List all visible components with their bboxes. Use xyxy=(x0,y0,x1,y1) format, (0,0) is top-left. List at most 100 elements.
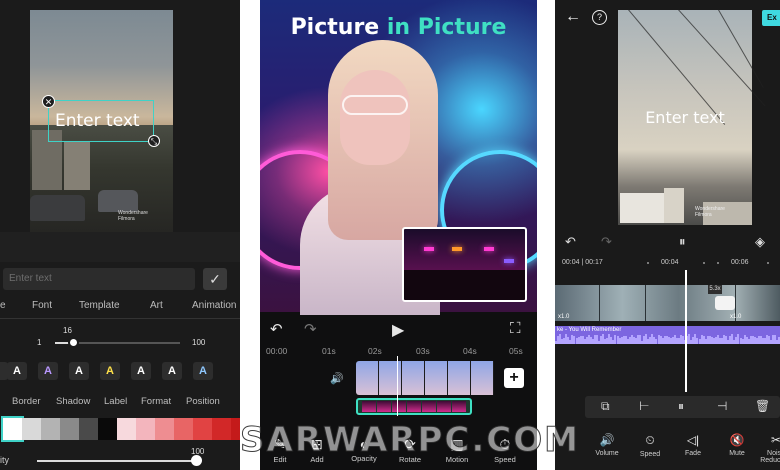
color-swatch[interactable] xyxy=(60,418,79,440)
clip-frame-divider xyxy=(599,285,600,321)
trim-end-icon[interactable]: ⊣ xyxy=(717,399,727,413)
pip-track-frame xyxy=(422,401,436,412)
undo-icon[interactable]: ↶ xyxy=(565,234,576,250)
divider xyxy=(0,318,240,319)
color-swatch[interactable] xyxy=(22,418,41,440)
pip-overlay-video[interactable] xyxy=(402,227,527,302)
color-swatch[interactable] xyxy=(117,418,136,440)
tool-speed[interactable]: ⏲ Speed xyxy=(632,433,668,458)
delete-icon[interactable]: 🗑 xyxy=(755,399,770,413)
style-preset[interactable]: A xyxy=(7,362,27,380)
keyframe-icon[interactable]: ◈ xyxy=(755,234,765,250)
export-button[interactable]: Ex xyxy=(762,10,780,26)
volume-icon[interactable]: 🔊 xyxy=(330,372,344,385)
text-input[interactable]: Enter text xyxy=(3,268,195,290)
style-preset[interactable]: A xyxy=(162,362,182,380)
pip-track-frame xyxy=(392,401,406,412)
opacity-slider-track[interactable] xyxy=(37,460,197,462)
color-swatch[interactable] xyxy=(98,418,117,440)
power-line xyxy=(718,9,764,88)
clip-speed-label: x1.0 xyxy=(730,314,742,320)
video-track-clip[interactable] xyxy=(555,285,780,321)
help-icon[interactable]: ? xyxy=(592,10,607,25)
tab-format[interactable]: Format xyxy=(141,396,171,407)
ruler-tick: 00:00 xyxy=(266,346,288,356)
watermark: Wondershare Filmora xyxy=(695,206,725,218)
speed-badge: 5.3x xyxy=(708,285,722,294)
tab-art[interactable]: Art xyxy=(150,300,163,311)
style-preset[interactable]: A xyxy=(38,362,58,380)
color-swatch[interactable] xyxy=(193,418,212,440)
style-preset[interactable]: A xyxy=(131,362,151,380)
resize-handle-icon[interactable]: ⤡ xyxy=(148,135,160,147)
speed-icon: ⏲ xyxy=(645,433,655,447)
picture-in-picture-panel: Picture in Picture ↶ ↷ ▶ ⛶ 00:00 01s 02s… xyxy=(260,0,537,470)
tab-template[interactable]: Template xyxy=(79,300,120,311)
redo-icon[interactable]: ↷ xyxy=(601,234,612,250)
time-display: 00:04 | 00:17 xyxy=(562,259,603,266)
tool-fade[interactable]: ◁| Fade xyxy=(675,433,711,457)
color-swatch[interactable] xyxy=(1,416,24,442)
tool-label: Speed xyxy=(639,451,661,458)
confirm-check-icon[interactable]: ✓ xyxy=(203,268,227,290)
duplicate-icon[interactable]: ⧉ xyxy=(601,399,610,414)
tool-mute[interactable]: 🔇 Mute xyxy=(719,433,755,457)
playhead[interactable] xyxy=(397,356,398,416)
ruler-tick: 00:06 xyxy=(731,259,749,266)
color-swatch[interactable] xyxy=(79,418,98,440)
color-swatch[interactable] xyxy=(41,418,60,440)
delete-text-icon[interactable]: ✕ xyxy=(42,95,55,108)
clip-frame xyxy=(356,361,379,395)
redo-icon[interactable]: ↷ xyxy=(304,320,317,338)
audio-editor-panel: ← ? Ex Enter text Wondershare Filmora ↶ … xyxy=(555,0,780,470)
pip-track-clip[interactable] xyxy=(356,398,472,415)
tool-label: Noise Reduction xyxy=(760,450,780,464)
tool-noise-reduction[interactable]: ✂ Noise Reduction xyxy=(758,433,780,464)
style-preset[interactable]: A xyxy=(100,362,120,380)
style-preset[interactable]: A xyxy=(193,362,213,380)
opacity-slider-knob[interactable] xyxy=(191,455,202,466)
color-swatch[interactable] xyxy=(155,418,174,440)
add-clip-button[interactable]: + xyxy=(504,368,524,388)
text-overlay-box[interactable]: Enter text xyxy=(48,100,154,142)
ruler-dot xyxy=(647,262,649,264)
tab-shadow[interactable]: Shadow xyxy=(56,396,90,407)
ruler-tick: 00:04 xyxy=(661,259,679,266)
split-icon[interactable]: ⏸ xyxy=(678,399,684,414)
size-slider-knob[interactable] xyxy=(67,337,79,348)
clip-transition-handle[interactable] xyxy=(715,296,735,310)
fullscreen-icon[interactable]: ⛶ xyxy=(510,320,521,337)
pip-track-frame xyxy=(452,401,466,412)
clip-frame xyxy=(402,361,425,395)
play-icon[interactable]: ▶ xyxy=(392,320,404,340)
color-swatch[interactable] xyxy=(174,418,193,440)
tab-label[interactable]: Label xyxy=(104,396,127,407)
color-swatch[interactable] xyxy=(136,418,155,440)
stage-light xyxy=(504,259,514,263)
clip-frame xyxy=(448,361,471,395)
tab-style[interactable]: e xyxy=(0,300,6,311)
tool-label: Fade xyxy=(685,450,701,457)
ruler-dot xyxy=(703,262,705,264)
site-watermark: SARWARPC.COM xyxy=(240,420,580,461)
tab-animation[interactable]: Animation xyxy=(192,300,236,311)
mute-icon: 🔇 xyxy=(729,433,745,447)
tab-border[interactable]: Border xyxy=(12,396,41,407)
tab-position[interactable]: Position xyxy=(186,396,220,407)
ruler-tick: 01s xyxy=(322,346,336,356)
pause-icon[interactable]: ⏸ xyxy=(679,234,686,250)
preview-building xyxy=(664,188,684,223)
trim-start-icon[interactable]: ⊢ xyxy=(639,399,649,413)
clip-frame xyxy=(379,361,402,395)
text-sub-tabs: Border Shadow Label Format Position xyxy=(0,396,240,410)
style-preset[interactable]: A xyxy=(69,362,89,380)
text-editor-panel: Enter text ✕ ⤡ Wondershare Filmora Enter… xyxy=(0,0,240,470)
undo-icon[interactable]: ↶ xyxy=(270,320,283,338)
overlay-text[interactable]: Enter text xyxy=(618,108,752,127)
size-value: 16 xyxy=(63,326,72,335)
main-video-clip[interactable] xyxy=(356,361,496,395)
fade-icon: ◁| xyxy=(686,433,700,447)
back-arrow-icon[interactable]: ← xyxy=(565,8,581,26)
tab-font[interactable]: Font xyxy=(32,300,52,311)
playhead[interactable] xyxy=(685,270,687,392)
